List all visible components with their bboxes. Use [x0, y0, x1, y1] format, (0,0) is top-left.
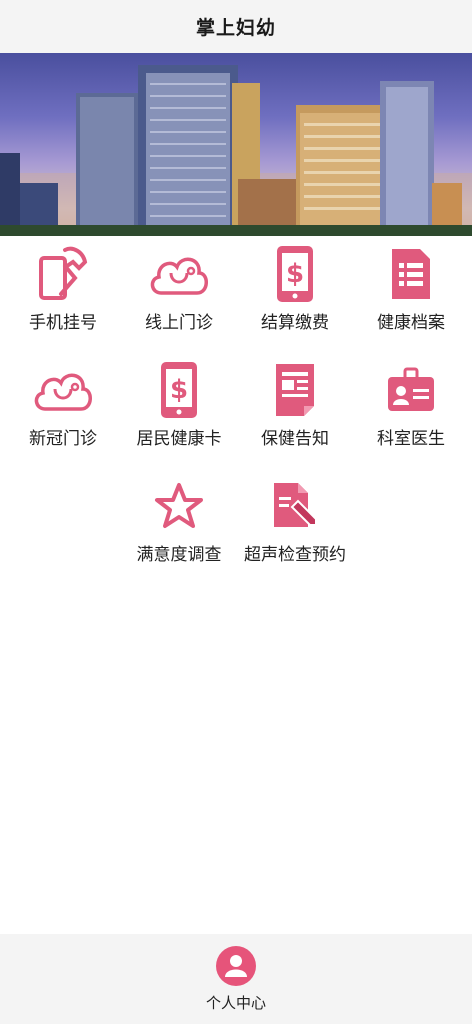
id-card-icon — [379, 359, 443, 421]
menu-item-satisfaction-survey[interactable]: 满意度调查 — [120, 475, 238, 567]
menu-item-covid-clinic[interactable]: 新冠门诊 — [4, 359, 122, 451]
cloud-stethoscope-icon — [147, 243, 211, 305]
user-icon — [215, 946, 256, 986]
document-list-icon — [379, 243, 443, 305]
svg-text:$: $ — [286, 259, 304, 289]
menu-item-health-card[interactable]: $ 居民健康卡 — [120, 359, 238, 451]
menu-item-label: 超声检查预约 — [244, 545, 346, 565]
menu-item-ultrasound-booking[interactable]: 超声检查预约 — [236, 475, 354, 567]
file-edit-icon — [263, 475, 327, 537]
menu-item-label: 新冠门诊 — [29, 429, 97, 449]
banner-carousel[interactable] — [0, 53, 472, 236]
svg-text:$: $ — [170, 375, 188, 405]
newspaper-icon — [263, 359, 327, 421]
star-icon — [147, 475, 211, 537]
menu-item-health-records[interactable]: 健康档案 — [352, 243, 470, 335]
phone-register-icon — [31, 243, 95, 305]
menu-item-payment[interactable]: $ 结算缴费 — [236, 243, 354, 335]
title-bar: 掌上妇幼 — [0, 0, 472, 53]
tab-personal-center[interactable]: 个人中心 — [206, 946, 266, 1013]
banner-image — [0, 65, 472, 236]
menu-item-label: 结算缴费 — [261, 313, 329, 333]
menu-item-label: 科室医生 — [377, 429, 445, 449]
mobile-dollar-icon: $ — [147, 359, 211, 421]
bottom-nav: 个人中心 — [0, 934, 472, 1024]
menu-item-label: 满意度调查 — [136, 545, 222, 565]
cloud-stethoscope-icon — [31, 359, 95, 421]
menu-item-online-clinic[interactable]: 线上门诊 — [120, 243, 238, 335]
menu-item-label: 保健告知 — [261, 429, 329, 449]
tab-label: 个人中心 — [205, 994, 266, 1012]
page-title: 掌上妇幼 — [195, 17, 276, 39]
menu-item-label: 线上门诊 — [145, 313, 213, 333]
menu-item-label: 居民健康卡 — [136, 429, 222, 449]
menu-item-health-notice[interactable]: 保健告知 — [236, 359, 354, 451]
menu-item-label: 健康档案 — [377, 313, 445, 333]
menu-item-department-doctors[interactable]: 科室医生 — [352, 359, 470, 451]
menu-item-label: 手机挂号 — [29, 313, 97, 333]
menu-item-phone-register[interactable]: 手机挂号 — [4, 243, 122, 335]
mobile-dollar-icon: $ — [263, 243, 327, 305]
